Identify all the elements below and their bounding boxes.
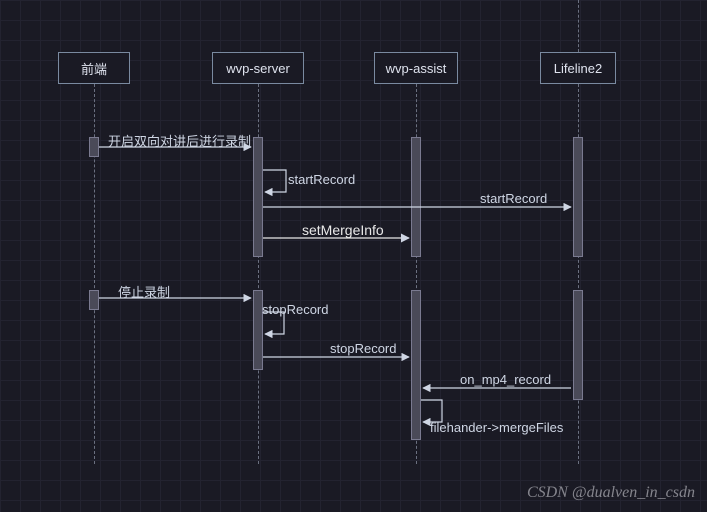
activation <box>89 137 99 157</box>
activation <box>411 137 421 257</box>
activation <box>253 137 263 257</box>
activation <box>573 137 583 257</box>
msg-label: startRecord <box>480 191 547 206</box>
activation <box>89 290 99 310</box>
watermark: CSDN @dualven_in_csdn <box>527 484 695 502</box>
msg-label: 停止录制 <box>118 282 170 301</box>
lifeline-label: wvp-assist <box>386 61 447 76</box>
activation <box>573 290 583 400</box>
msg-label: 开启双向对讲后进行录制 <box>108 131 251 150</box>
msg-label: filehander->mergeFiles <box>430 420 563 435</box>
msg-label: setMergeInfo <box>302 222 384 238</box>
msg-label: startRecord <box>288 172 355 187</box>
activation <box>411 290 421 440</box>
sequence-diagram: 前端 wvp-server wvp-assist Lifeline2 <box>0 0 707 512</box>
msg-label: stopRecord <box>262 302 328 317</box>
msg-label: on_mp4_record <box>460 372 551 387</box>
lifeline-label: Lifeline2 <box>554 61 602 76</box>
lifeline-wvp-assist: wvp-assist <box>374 52 458 84</box>
msg-label: stopRecord <box>330 341 396 356</box>
lifeline-line <box>578 0 579 52</box>
lifeline-label: wvp-server <box>226 61 290 76</box>
lifeline-wvp-server: wvp-server <box>212 52 304 84</box>
lifeline-frontend: 前端 <box>58 52 130 84</box>
lifeline-lifeline2: Lifeline2 <box>540 52 616 84</box>
lifeline-label: 前端 <box>81 59 107 78</box>
